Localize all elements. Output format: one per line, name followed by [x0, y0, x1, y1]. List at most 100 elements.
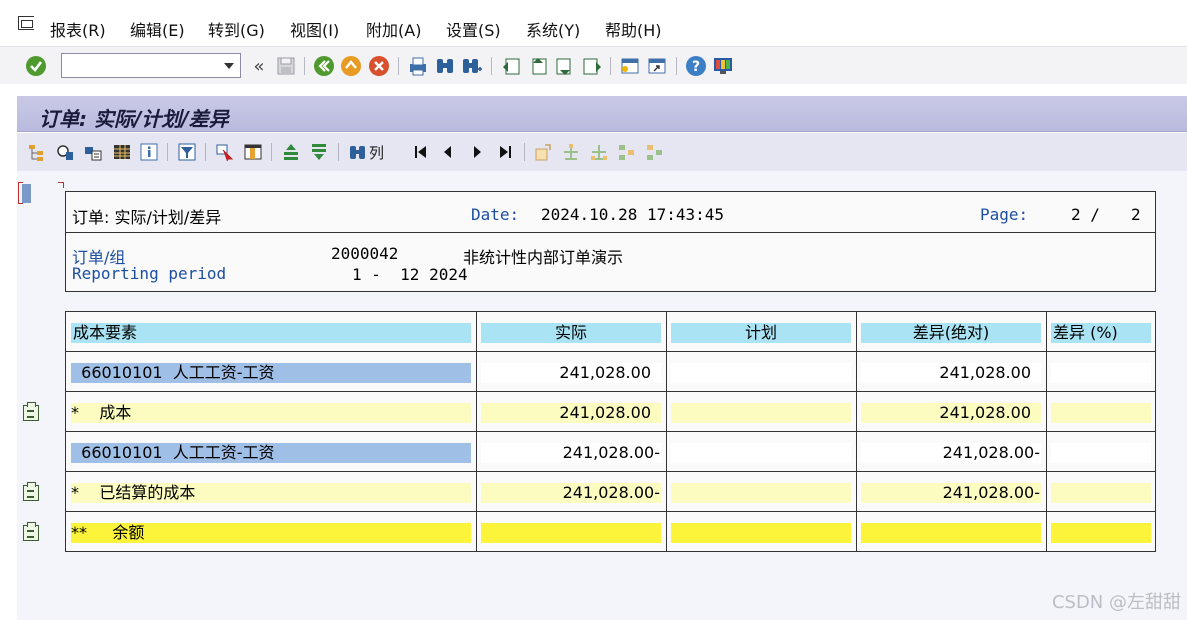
command-field[interactable]	[61, 53, 241, 78]
command-input[interactable]	[64, 56, 214, 75]
table-row-cost-element[interactable]: 66010101 人工工资-工资	[71, 363, 471, 383]
selection-marker[interactable]	[18, 182, 65, 206]
collapse-icon[interactable]	[560, 141, 582, 163]
toolbar-separator	[271, 143, 272, 161]
menu-system[interactable]: 系统(Y)	[526, 17, 580, 41]
table-row-variance-pct[interactable]	[1051, 403, 1151, 423]
table-row-variance-abs[interactable]: 241,028.00-	[861, 443, 1041, 463]
previous-page-icon[interactable]	[527, 55, 549, 77]
table-row-plan[interactable]	[671, 403, 851, 423]
table-row-variance-abs[interactable]	[861, 523, 1041, 543]
column-header-variance-pct[interactable]: 差异 (%)	[1051, 323, 1151, 343]
menu-goto[interactable]: 转到(G)	[208, 17, 265, 41]
next-page-icon[interactable]	[554, 55, 576, 77]
menu-edit[interactable]: 编辑(E)	[130, 17, 185, 41]
expand-icon[interactable]	[532, 141, 554, 163]
date-value: 2024.10.28 17:43:45	[541, 205, 725, 224]
sort-desc-icon[interactable]	[308, 141, 330, 163]
title-bar: 订单: 实际/计划/差异	[17, 96, 1187, 132]
shortcut-icon[interactable]	[646, 55, 668, 77]
table-row-variance-pct[interactable]	[1051, 483, 1151, 503]
toolbar-separator	[610, 57, 611, 75]
expand-all-icon[interactable]	[588, 141, 610, 163]
find-columns-button[interactable]: 列	[348, 141, 388, 163]
sort-asc-icon[interactable]	[280, 141, 302, 163]
table-row-variance-abs[interactable]: 241,028.00	[861, 403, 1041, 423]
last-icon[interactable]	[494, 141, 516, 163]
period-label: Reporting period	[72, 264, 227, 283]
hierarchy-icon[interactable]	[26, 141, 48, 163]
find-columns-label: 列	[369, 143, 385, 162]
toolbar-separator	[398, 57, 399, 75]
last-page-icon[interactable]	[581, 55, 603, 77]
layout-icon[interactable]	[111, 141, 133, 163]
print-icon[interactable]	[407, 55, 429, 77]
table-row-variance-abs[interactable]: 241,028.00-	[861, 483, 1041, 503]
check-icon[interactable]	[25, 55, 47, 77]
toolbar-separator	[167, 143, 168, 161]
table-row-actual[interactable]: 241,028.00	[481, 403, 661, 423]
table-row-cost-element[interactable]: 66010101 人工工资-工资	[71, 443, 471, 463]
column-header-variance-abs[interactable]: 差异(绝对)	[861, 323, 1041, 343]
help-icon[interactable]: ?	[685, 55, 707, 77]
row-divider	[66, 511, 1155, 512]
table-row-cost-element[interactable]: ** 余额	[71, 523, 471, 543]
menu-help[interactable]: 帮助(H)	[605, 17, 662, 41]
table-row-plan[interactable]	[671, 483, 851, 503]
save-icon[interactable]	[275, 55, 297, 77]
table-row-plan[interactable]	[671, 523, 851, 543]
prev-icon[interactable]	[437, 141, 459, 163]
tree-icon[interactable]	[616, 141, 638, 163]
menu-view[interactable]: 视图(I)	[290, 17, 339, 41]
chevron-down-icon[interactable]	[224, 63, 234, 69]
back-icon[interactable]	[313, 55, 335, 77]
tree-collapse-icon[interactable]	[644, 141, 666, 163]
system-menu-icon[interactable]	[18, 16, 34, 30]
subtotal-row-icon[interactable]	[23, 402, 39, 421]
collapse-toolbar-icon[interactable]: «	[248, 55, 270, 77]
column-header-plan[interactable]: 计划	[671, 323, 851, 343]
order-group-desc: 非统计性内部订单演示	[463, 248, 624, 267]
create-session-icon[interactable]	[619, 55, 641, 77]
subtotal-row-icon[interactable]	[23, 482, 39, 501]
table-row-actual[interactable]: 241,028.00-	[481, 443, 661, 463]
total-row-icon[interactable]	[23, 522, 39, 541]
find-icon[interactable]	[434, 55, 456, 77]
customize-layout-icon[interactable]	[712, 55, 734, 77]
menu-settings[interactable]: 设置(S)	[446, 17, 501, 41]
filter-icon[interactable]	[176, 141, 198, 163]
report-icon[interactable]	[82, 141, 104, 163]
table-row-actual[interactable]: 241,028.00-	[481, 483, 661, 503]
details-icon[interactable]	[54, 141, 76, 163]
table-row-cost-element[interactable]: * 成本	[71, 403, 471, 423]
toolbar-separator	[676, 57, 677, 75]
select-icon[interactable]	[214, 141, 236, 163]
table-row-plan[interactable]	[671, 363, 851, 383]
table-row-variance-pct[interactable]	[1051, 443, 1151, 463]
next-icon[interactable]	[466, 141, 488, 163]
page-value: 2 /	[1071, 205, 1100, 224]
column-select-icon[interactable]	[242, 141, 264, 163]
table-row-variance-pct[interactable]	[1051, 523, 1151, 543]
table-row-actual[interactable]: 241,028.00	[481, 363, 661, 383]
watermark: CSDN @左甜甜	[1051, 592, 1181, 613]
report-heading: 订单: 实际/计划/差异	[72, 208, 222, 227]
report-header: 订单: 实际/计划/差异 Date: 2024.10.28 17:43:45 P…	[65, 191, 1156, 292]
menu-extras[interactable]: 附加(A)	[366, 17, 421, 41]
table-row-variance-pct[interactable]	[1051, 363, 1151, 383]
toolbar-separator	[205, 143, 206, 161]
info-icon[interactable]	[138, 141, 160, 163]
first-icon[interactable]	[410, 141, 432, 163]
table-row-plan[interactable]	[671, 443, 851, 463]
table-row-actual[interactable]	[481, 523, 661, 543]
first-page-icon[interactable]	[500, 55, 522, 77]
column-header-cost-element[interactable]: 成本要素	[71, 323, 471, 343]
menu-report[interactable]: 报表(R)	[50, 17, 106, 41]
column-header-actual[interactable]: 实际	[481, 323, 661, 343]
exit-icon[interactable]	[340, 55, 362, 77]
find-next-icon[interactable]	[461, 55, 483, 77]
table-row-variance-abs[interactable]: 241,028.00	[861, 363, 1041, 383]
page-label: Page:	[980, 205, 1029, 224]
table-row-cost-element[interactable]: * 已结算的成本	[71, 483, 471, 503]
cancel-icon[interactable]	[368, 55, 390, 77]
